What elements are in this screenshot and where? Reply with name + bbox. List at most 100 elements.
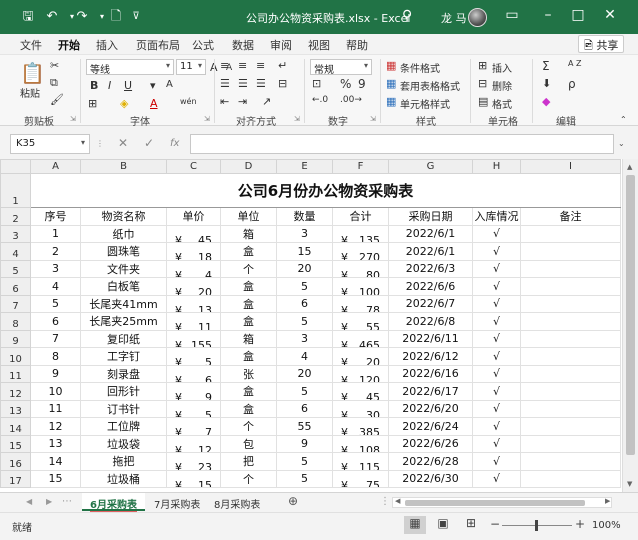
cut-icon[interactable]: ✂ bbox=[50, 59, 59, 72]
column-header[interactable]: E bbox=[276, 159, 333, 174]
cell-unit[interactable]: 盒 bbox=[220, 347, 277, 366]
cell-unit[interactable]: 张 bbox=[220, 364, 277, 383]
cell-item-name[interactable]: 回形针 bbox=[80, 382, 167, 401]
cell-total[interactable]: ¥100 bbox=[332, 277, 389, 296]
cell-purchase-date[interactable]: 2022/6/26 bbox=[388, 434, 473, 453]
header-cell[interactable]: 单价 bbox=[166, 207, 221, 226]
enter-icon[interactable]: ✓ bbox=[144, 136, 154, 150]
share-button[interactable]: 🖻 共享 bbox=[578, 35, 625, 53]
align-left-icon[interactable]: ☰ bbox=[220, 77, 230, 90]
comma-button[interactable]: 9 bbox=[358, 77, 366, 91]
cell-unit[interactable]: 包 bbox=[220, 434, 277, 453]
tab-insert[interactable]: 插入 bbox=[96, 37, 118, 53]
orientation-icon[interactable]: ↗ bbox=[262, 95, 271, 108]
collapse-ribbon-icon[interactable]: ⌃ bbox=[620, 115, 627, 124]
insert-function-icon[interactable]: fx bbox=[170, 138, 179, 149]
cell-quantity[interactable]: 5 bbox=[276, 382, 333, 401]
horizontal-scrollbar[interactable] bbox=[392, 497, 612, 508]
cell-stock-status[interactable]: √ bbox=[472, 329, 521, 348]
cell-unit[interactable]: 把 bbox=[220, 452, 277, 471]
cancel-icon[interactable]: ✕ bbox=[118, 136, 128, 150]
sheet-tab-july[interactable]: 7月采购表 bbox=[146, 493, 208, 511]
cell-unit-price[interactable]: ¥6 bbox=[166, 364, 221, 383]
cell-unit[interactable]: 盒 bbox=[220, 294, 277, 313]
cell-unit[interactable]: 盒 bbox=[220, 277, 277, 296]
scroll-down-icon[interactable]: ▼ bbox=[627, 480, 632, 488]
sheet-tab-june[interactable]: 6月采购表 bbox=[82, 493, 145, 512]
cell-unit-price[interactable]: ¥5 bbox=[166, 347, 221, 366]
name-box[interactable]: K35 ▾ bbox=[10, 134, 90, 154]
page-break-view-icon[interactable]: ⊞ bbox=[460, 516, 482, 534]
cell-total[interactable]: ¥78 bbox=[332, 294, 389, 313]
tab-file[interactable]: 文件 bbox=[20, 37, 42, 53]
cell-note[interactable] bbox=[520, 329, 621, 348]
cell-item-name[interactable]: 垃圾桶 bbox=[80, 469, 167, 488]
cell-item-name[interactable]: 纸巾 bbox=[80, 224, 167, 243]
cell-stock-status[interactable]: √ bbox=[472, 399, 521, 418]
cell-stock-status[interactable]: √ bbox=[472, 434, 521, 453]
cell-purchase-date[interactable]: 2022/6/8 bbox=[388, 312, 473, 331]
row-header[interactable]: 1 bbox=[0, 173, 31, 208]
clipboard-launcher-icon[interactable]: ⇲ bbox=[70, 115, 76, 123]
cell-total[interactable]: ¥75 bbox=[332, 469, 389, 488]
cell-total[interactable]: ¥115 bbox=[332, 452, 389, 471]
cell-note[interactable] bbox=[520, 382, 621, 401]
cell-stock-status[interactable]: √ bbox=[472, 224, 521, 243]
header-cell[interactable]: 物资名称 bbox=[80, 207, 167, 226]
delete-cells-button[interactable]: 删除 bbox=[492, 78, 512, 93]
clear-icon[interactable]: ◆ bbox=[542, 95, 550, 108]
bold-button[interactable]: B bbox=[90, 79, 98, 92]
align-bottom-icon[interactable]: ≡ bbox=[256, 59, 265, 72]
cell-note[interactable] bbox=[520, 242, 621, 261]
worksheet-grid[interactable]: A B C D E F G H I 1 公司6月份办公物资采购表 2 序号 物资… bbox=[0, 159, 638, 492]
align-center-icon[interactable]: ☰ bbox=[238, 77, 248, 90]
cell-styles-button[interactable]: 单元格样式 bbox=[400, 96, 450, 111]
cell-purchase-date[interactable]: 2022/6/1 bbox=[388, 224, 473, 243]
row-header[interactable]: 10 bbox=[0, 347, 31, 366]
cell-purchase-date[interactable]: 2022/6/6 bbox=[388, 277, 473, 296]
cell-serial[interactable]: 4 bbox=[30, 277, 81, 296]
cell-unit-price[interactable]: ¥45 bbox=[166, 224, 221, 243]
cell-unit[interactable]: 盒 bbox=[220, 242, 277, 261]
paste-button[interactable]: 粘贴 bbox=[20, 85, 40, 100]
cell-item-name[interactable]: 拖把 bbox=[80, 452, 167, 471]
cell-unit[interactable]: 个 bbox=[220, 417, 277, 436]
cell-unit[interactable]: 个 bbox=[220, 469, 277, 488]
align-right-icon[interactable]: ☰ bbox=[256, 77, 266, 90]
cell-unit-price[interactable]: ¥12 bbox=[166, 434, 221, 453]
font-special-icon[interactable]: A bbox=[166, 79, 173, 90]
cell-total[interactable]: ¥465 bbox=[332, 329, 389, 348]
cell-purchase-date[interactable]: 2022/6/3 bbox=[388, 259, 473, 278]
cell-item-name[interactable]: 工字钉 bbox=[80, 347, 167, 366]
cell-total[interactable]: ¥45 bbox=[332, 382, 389, 401]
cell-stock-status[interactable]: √ bbox=[472, 382, 521, 401]
italic-button[interactable]: I bbox=[108, 79, 111, 92]
ribbon-display-icon[interactable]: ▭ bbox=[502, 7, 522, 23]
normal-view-icon[interactable]: ▦ bbox=[404, 516, 426, 534]
cell-note[interactable] bbox=[520, 399, 621, 418]
cell-unit[interactable]: 盒 bbox=[220, 382, 277, 401]
sheet-menu-icon[interactable]: ⋯ bbox=[62, 496, 72, 507]
cell-stock-status[interactable]: √ bbox=[472, 469, 521, 488]
tab-help[interactable]: 帮助 bbox=[346, 37, 368, 53]
cell-unit-price[interactable]: ¥4 bbox=[166, 259, 221, 278]
tab-formulas[interactable]: 公式 bbox=[192, 37, 214, 53]
cell-purchase-date[interactable]: 2022/6/24 bbox=[388, 417, 473, 436]
page-layout-view-icon[interactable]: ▣ bbox=[432, 516, 454, 534]
scroll-thumb[interactable] bbox=[405, 500, 585, 506]
cell-unit-price[interactable]: ¥9 bbox=[166, 382, 221, 401]
align-middle-icon[interactable]: ≡ bbox=[238, 59, 247, 72]
cell-serial[interactable]: 7 bbox=[30, 329, 81, 348]
cell-quantity[interactable]: 5 bbox=[276, 277, 333, 296]
cell-serial[interactable]: 9 bbox=[30, 364, 81, 383]
cell-item-name[interactable]: 白板笔 bbox=[80, 277, 167, 296]
cell-unit-price[interactable]: ¥11 bbox=[166, 312, 221, 331]
cell-note[interactable] bbox=[520, 364, 621, 383]
tab-home[interactable]: 开始 bbox=[56, 37, 82, 57]
cell-purchase-date[interactable]: 2022/6/1 bbox=[388, 242, 473, 261]
cell-purchase-date[interactable]: 2022/6/7 bbox=[388, 294, 473, 313]
cell-item-name[interactable]: 长尾夹25mm bbox=[80, 312, 167, 331]
tab-page-layout[interactable]: 页面布局 bbox=[136, 37, 180, 53]
cell-unit[interactable]: 盒 bbox=[220, 312, 277, 331]
header-cell[interactable]: 入库情况 bbox=[472, 207, 521, 226]
